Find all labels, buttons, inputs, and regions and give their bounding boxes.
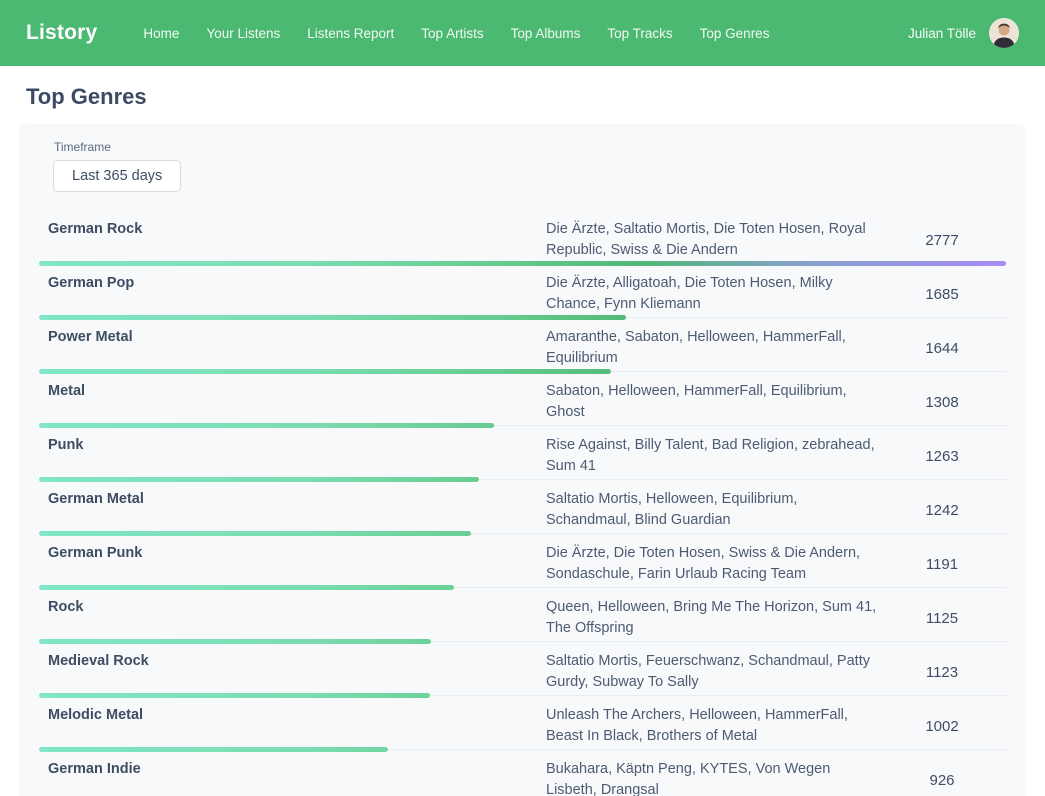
user-name[interactable]: Julian Tölle: [908, 26, 976, 41]
genre-row: Melodic Metal Unleash The Archers, Hello…: [35, 698, 1010, 752]
genre-row: Power Metal Amaranthe, Sabaton, Hellowee…: [35, 320, 1010, 374]
genre-row: German Punk Die Ärzte, Die Toten Hosen, …: [35, 536, 1010, 590]
genre-top-artists: Die Ärzte, Die Toten Hosen, Swiss & Die …: [546, 543, 878, 585]
genre-row: Rock Queen, Helloween, Bring Me The Hori…: [35, 590, 1010, 644]
genre-top-artists: Sabaton, Helloween, HammerFall, Equilibr…: [546, 381, 878, 423]
genre-top-artists: Unleash The Archers, Helloween, HammerFa…: [546, 705, 878, 747]
genre-listen-count: 1263: [878, 435, 1006, 477]
genre-top-artists: Amaranthe, Sabaton, Helloween, HammerFal…: [546, 327, 878, 369]
genre-listen-count: 1685: [878, 273, 1006, 315]
genre-name: German Rock: [39, 219, 546, 261]
nav-link-your-listens[interactable]: Your Listens: [206, 26, 280, 41]
nav-link-top-genres[interactable]: Top Genres: [700, 26, 770, 41]
timeframe-filter: Timeframe Last 365 days: [38, 140, 1010, 192]
user-avatar-icon[interactable]: [989, 18, 1019, 48]
genre-top-artists: Saltatio Mortis, Helloween, Equilibrium,…: [546, 489, 878, 531]
genre-listen-count: 1308: [878, 381, 1006, 423]
genre-name: Rock: [39, 597, 546, 639]
nav-link-listens-report[interactable]: Listens Report: [307, 26, 394, 41]
genre-row: Medieval Rock Saltatio Mortis, Feuerschw…: [35, 644, 1010, 698]
genre-name: Medieval Rock: [39, 651, 546, 693]
nav-user: Julian Tölle: [908, 18, 1019, 48]
genre-row: Metal Sabaton, Helloween, HammerFall, Eq…: [35, 374, 1010, 428]
genre-listen-count: 1644: [878, 327, 1006, 369]
genre-name: Melodic Metal: [39, 705, 546, 747]
genre-name: German Pop: [39, 273, 546, 315]
genre-listen-count: 926: [878, 759, 1006, 796]
genre-listen-count: 1123: [878, 651, 1006, 693]
genre-top-artists: Rise Against, Billy Talent, Bad Religion…: [546, 435, 878, 477]
genre-listen-count: 2777: [878, 219, 1006, 261]
genre-row: Punk Rise Against, Billy Talent, Bad Rel…: [35, 428, 1010, 482]
brand-logo[interactable]: Listory: [26, 21, 97, 45]
main-content: Top Genres Timeframe Last 365 days Germa…: [0, 66, 1045, 796]
genre-name: Power Metal: [39, 327, 546, 369]
genre-top-artists: Bukahara, Käptn Peng, KYTES, Von Wegen L…: [546, 759, 878, 796]
genre-top-artists: Die Ärzte, Alligatoah, Die Toten Hosen, …: [546, 273, 878, 315]
genre-name: German Indie: [39, 759, 546, 796]
timeframe-label: Timeframe: [54, 140, 1010, 154]
genre-row: German Pop Die Ärzte, Alligatoah, Die To…: [35, 266, 1010, 320]
genre-list: German Rock Die Ärzte, Saltatio Mortis, …: [35, 212, 1010, 796]
genre-row: German Rock Die Ärzte, Saltatio Mortis, …: [35, 212, 1010, 266]
nav-link-top-artists[interactable]: Top Artists: [421, 26, 483, 41]
genre-listen-count: 1242: [878, 489, 1006, 531]
app: { "colors": { "brand_green": "#4bb971", …: [0, 0, 1045, 796]
navbar: Listory Home Your Listens Listens Report…: [0, 0, 1045, 66]
genre-name: Punk: [39, 435, 546, 477]
nav-links: Home Your Listens Listens Report Top Art…: [143, 26, 908, 41]
genre-name: Metal: [39, 381, 546, 423]
genre-top-artists: Saltatio Mortis, Feuerschwanz, Schandmau…: [546, 651, 878, 693]
nav-link-top-albums[interactable]: Top Albums: [511, 26, 581, 41]
genre-name: German Punk: [39, 543, 546, 585]
page-title: Top Genres: [26, 84, 1019, 110]
genres-card: Timeframe Last 365 days German Rock Die …: [19, 124, 1026, 796]
genre-name: German Metal: [39, 489, 546, 531]
genre-listen-count: 1002: [878, 705, 1006, 747]
genre-listen-count: 1191: [878, 543, 1006, 585]
nav-link-top-tracks[interactable]: Top Tracks: [607, 26, 672, 41]
genre-top-artists: Queen, Helloween, Bring Me The Horizon, …: [546, 597, 878, 639]
timeframe-select[interactable]: Last 365 days: [53, 160, 181, 192]
genre-top-artists: Die Ärzte, Saltatio Mortis, Die Toten Ho…: [546, 219, 878, 261]
genre-row: German Metal Saltatio Mortis, Helloween,…: [35, 482, 1010, 536]
nav-link-home[interactable]: Home: [143, 26, 179, 41]
genre-row: German Indie Bukahara, Käptn Peng, KYTES…: [35, 752, 1010, 796]
genre-listen-count: 1125: [878, 597, 1006, 639]
